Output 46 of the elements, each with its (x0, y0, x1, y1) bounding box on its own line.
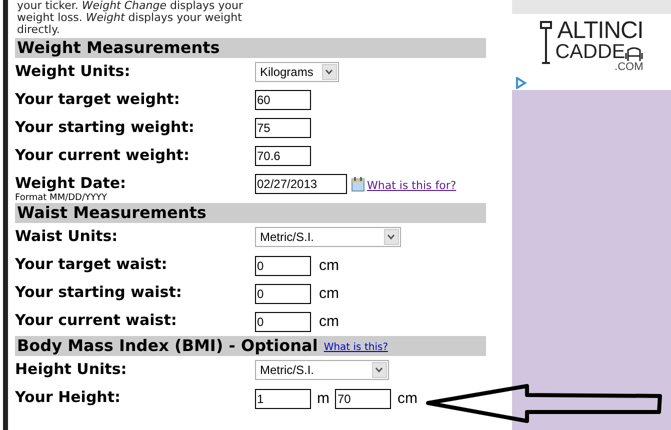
field-label: Your current waist: (14, 311, 178, 329)
field-label: Your target weight: (14, 90, 181, 108)
unit-label: cm (318, 256, 339, 276)
ad-logo-text: CADDE (555, 42, 626, 62)
section-title: Weight Measurements (16, 37, 220, 59)
unit-label: cm (318, 284, 339, 304)
caret-icon (322, 64, 337, 80)
units-dropdown[interactable]: Metric/S.I. (254, 360, 389, 380)
intro-paragraph: your ticker. Weight Change displays your weight loss. Weight displays your weight directly. (16, 0, 244, 36)
units-dropdown[interactable]: Kilograms (254, 62, 339, 82)
text-field[interactable]: 0 (254, 312, 311, 332)
help-link[interactable]: What is this? (324, 340, 388, 354)
field-label: Your starting weight: (14, 118, 196, 136)
text-field[interactable]: 1 (254, 389, 311, 410)
ad-logo-text: ALTINCI (557, 20, 644, 42)
unit-label: cm (318, 312, 339, 332)
field-label: Your target waist: (14, 255, 168, 273)
unit-label: cm (397, 389, 418, 409)
text-field[interactable]: 0 (254, 284, 311, 304)
field-label: Weight Date: (14, 174, 128, 192)
caret-icon (384, 229, 399, 245)
field-label: Your starting waist: (14, 283, 183, 301)
ad-banner[interactable]: ALTINCI CADDE .COM (512, 0, 671, 90)
ad-choices-icon (514, 77, 526, 89)
field-label: Your Height: (14, 388, 122, 406)
help-link[interactable]: What is this for? (366, 178, 456, 194)
text-field[interactable]: 70.6 (254, 146, 311, 166)
text-field[interactable]: 60 (254, 90, 311, 110)
field-label: Weight Units: (14, 62, 132, 80)
units-dropdown[interactable]: Metric/S.I. (254, 227, 401, 247)
lamp-icon (539, 20, 554, 66)
text-field[interactable]: 0 (254, 256, 311, 276)
text-field[interactable]: 70 (335, 389, 392, 410)
ad-logo-domain: .COM (614, 62, 644, 73)
armchair-icon (625, 46, 644, 62)
unit-label: m (316, 389, 330, 409)
caret-icon (372, 362, 387, 378)
field-label: Height Units: (14, 360, 128, 378)
field-label: Waist Units: (14, 227, 119, 245)
section-title: Waist Measurements (16, 202, 206, 224)
section-title: Body Mass Index (BMI) - Optional (16, 335, 318, 357)
field-label: Your current weight: (14, 146, 190, 164)
text-field[interactable]: 02/27/2013 (254, 174, 347, 194)
calendar-icon (350, 176, 365, 192)
format-hint: Format MM/DD/YYYY (14, 193, 108, 203)
text-field[interactable]: 75 (254, 118, 311, 138)
